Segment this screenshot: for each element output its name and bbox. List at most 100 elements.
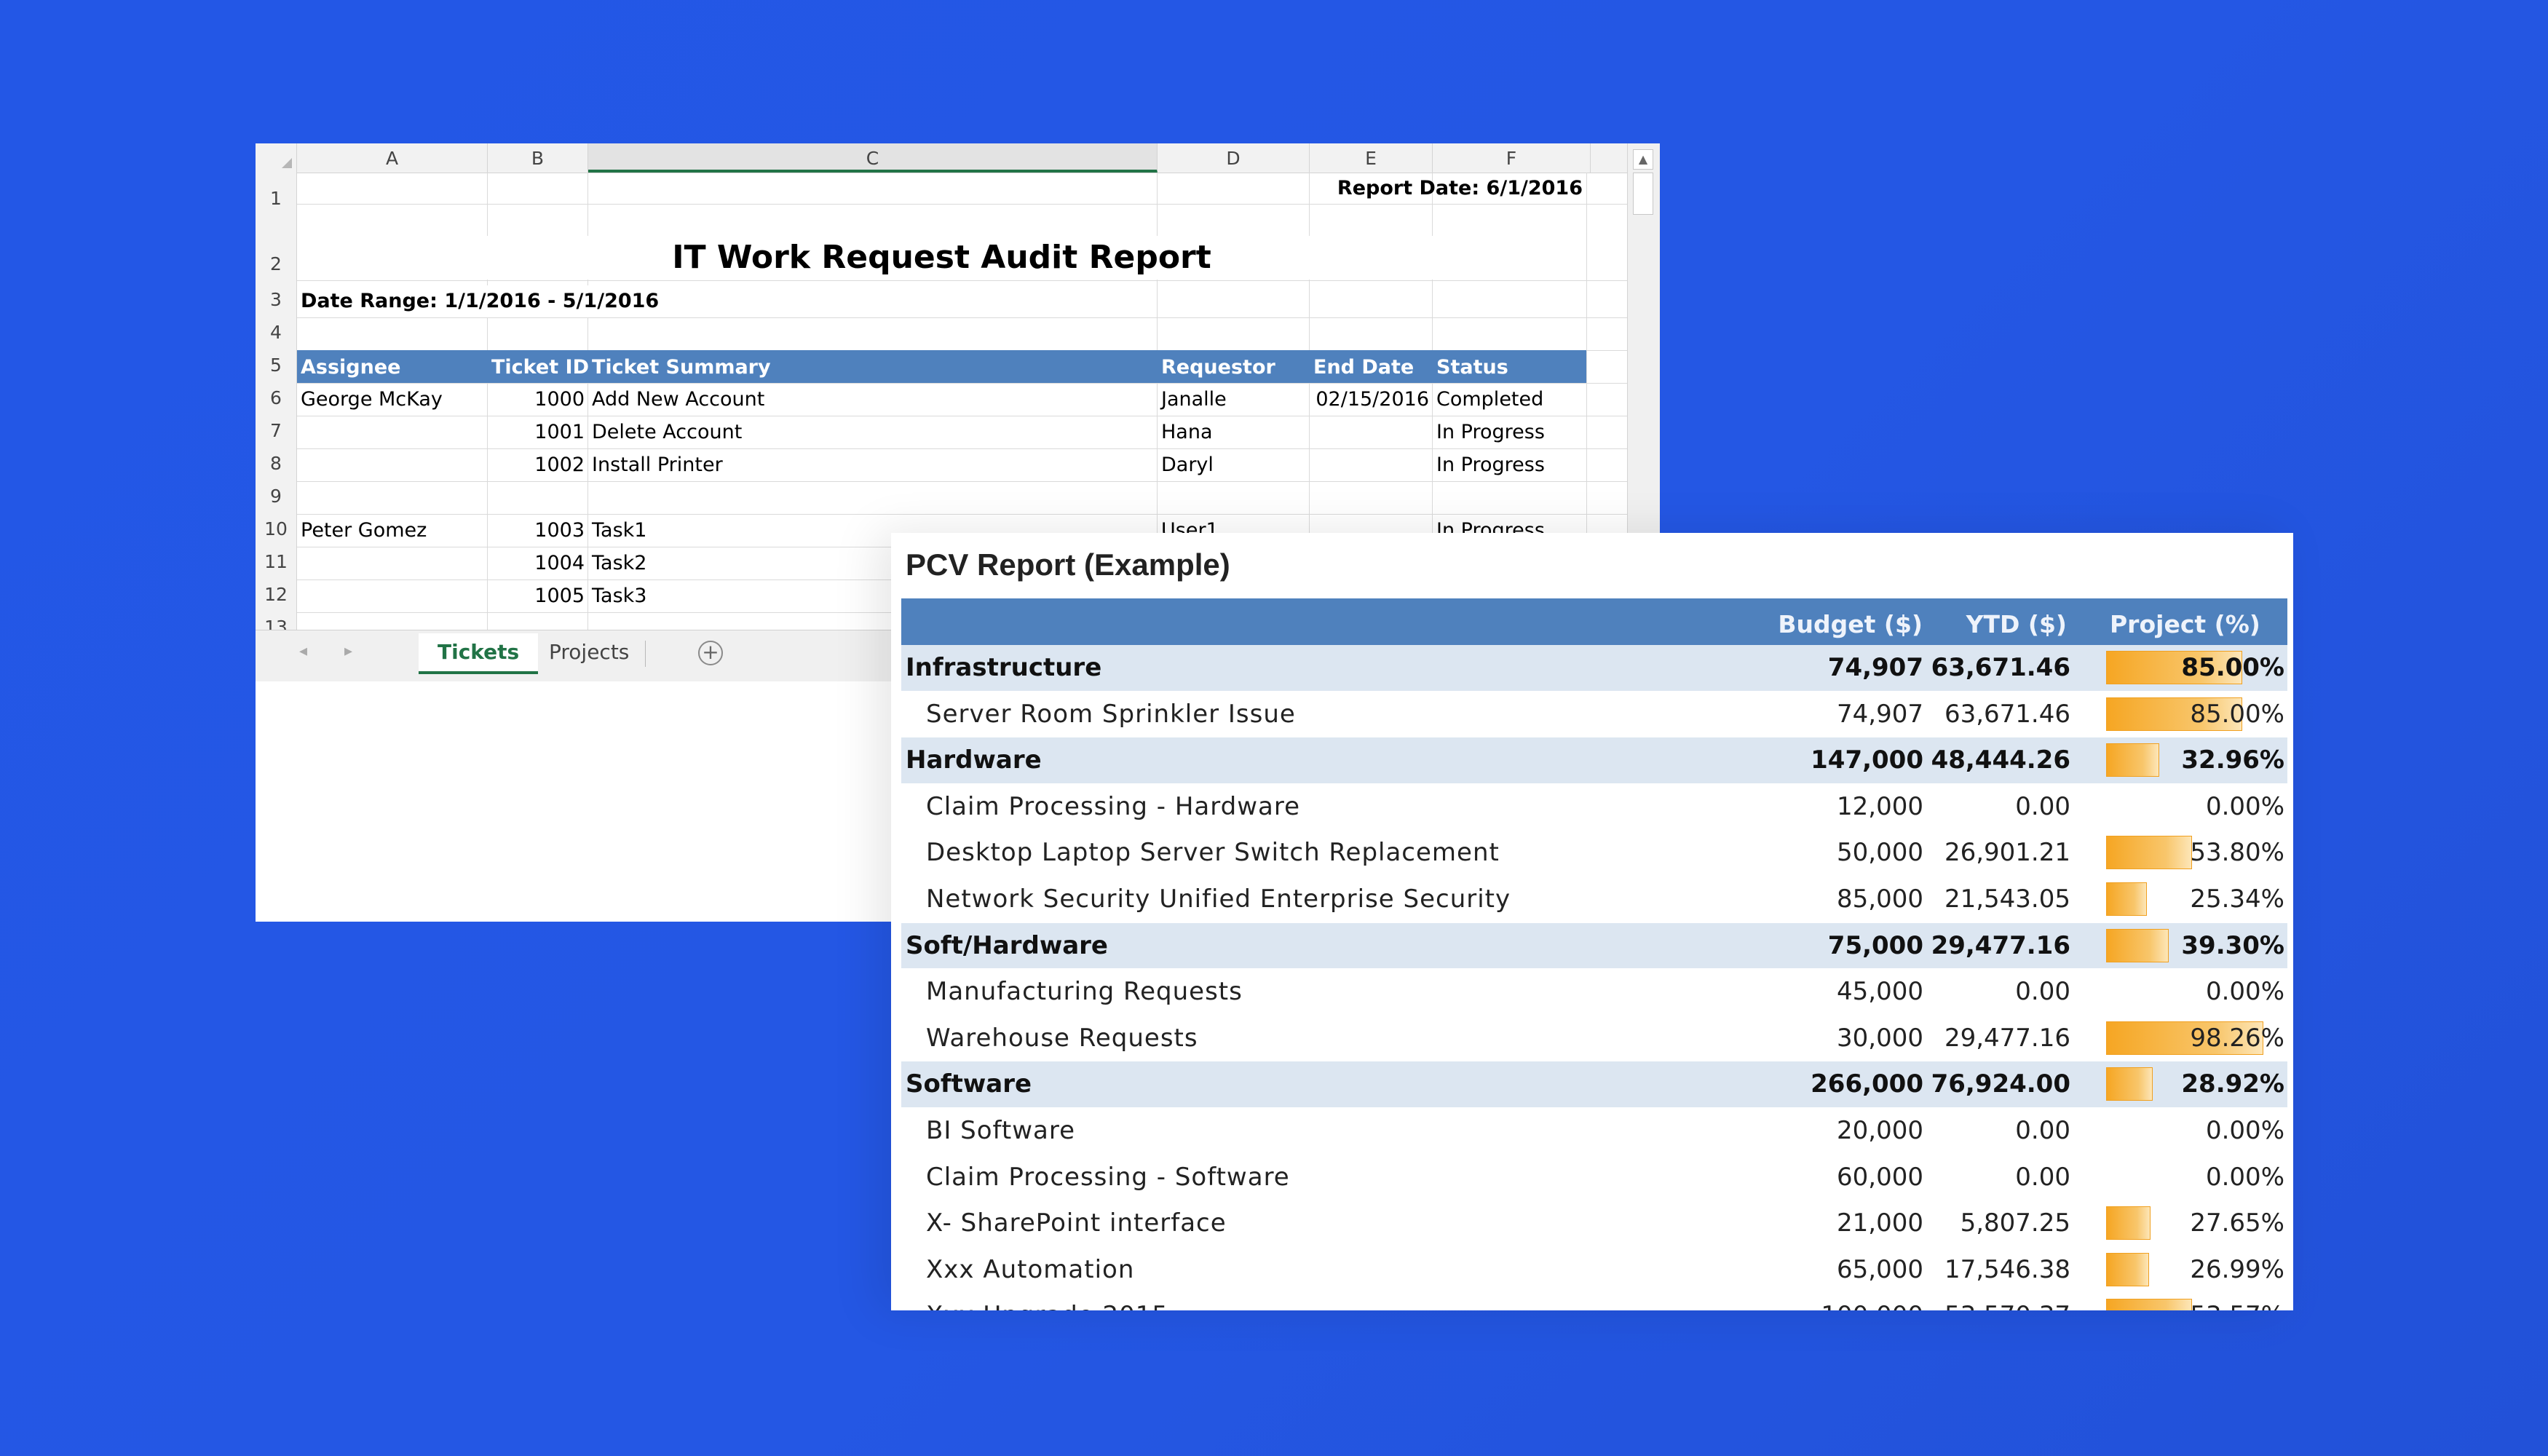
pcv-report-title: PCV Report (Example) <box>906 547 1230 582</box>
project-pct-value: 32.96% <box>2181 745 2284 775</box>
cell-requestor[interactable]: Janalle <box>1161 384 1227 416</box>
cell-status[interactable]: Completed <box>1436 384 1543 416</box>
project-row: Desktop Laptop Server Switch Replacement… <box>901 830 2287 877</box>
row-header[interactable]: 3 <box>256 289 296 310</box>
scroll-up-arrow-icon[interactable]: ▲ <box>1633 149 1653 170</box>
cell-summary[interactable]: Task1 <box>592 515 646 547</box>
report-date[interactable]: Report Date: 6/1/2016 <box>1243 173 1583 205</box>
pcv-rows: Infrastructure 74,907 63,671.46 85.00% Serve… <box>901 645 2287 1310</box>
project-pct-value: 39.30% <box>2181 930 2284 960</box>
project-name: Xxx Automation <box>926 1254 1135 1284</box>
project-name: Claim Processing - Hardware <box>926 791 1300 821</box>
header-end-date[interactable]: End Date <box>1313 350 1414 383</box>
project-name: X- SharePoint interface <box>926 1208 1227 1238</box>
header-summary[interactable]: Ticket Summary <box>592 350 771 383</box>
add-sheet-icon[interactable]: + <box>698 641 723 665</box>
ytd-value: 0.00 <box>2015 791 2070 821</box>
header-status[interactable]: Status <box>1436 350 1508 383</box>
cell-summary[interactable]: Add New Account <box>592 384 764 416</box>
report-title[interactable]: IT Work Request Audit Report <box>297 236 1586 280</box>
cell-ticket-id[interactable]: 1003 <box>488 515 585 547</box>
ytd-value: 17,546.38 <box>1944 1254 2070 1284</box>
column-header-f[interactable]: F <box>1433 143 1591 173</box>
budget-value: 45,000 <box>1837 977 1923 1007</box>
project-row: BI Software 20,000 0.00 0.00% <box>901 1108 2287 1155</box>
cell-ticket-id[interactable]: 1002 <box>488 449 585 481</box>
pcv-table: Budget ($) YTD ($) Project (%) Infrastru… <box>901 598 2287 1310</box>
category-row: Hardware 147,000 48,444.26 32.96% <box>901 737 2287 784</box>
date-range[interactable]: Date Range: 1/1/2016 - 5/1/2016 <box>301 285 660 317</box>
column-header-c[interactable]: C <box>588 143 1158 173</box>
budget-value: 65,000 <box>1837 1254 1923 1284</box>
project-name: Network Security Unified Enterprise Secu… <box>926 884 1511 914</box>
column-header-d[interactable]: D <box>1158 143 1310 173</box>
row-header[interactable]: 6 <box>256 387 296 408</box>
column-header-b[interactable]: B <box>488 143 588 173</box>
column-header-a[interactable]: A <box>297 143 488 173</box>
project-name: Warehouse Requests <box>926 1023 1198 1053</box>
cell-ticket-id[interactable]: 1000 <box>488 384 585 416</box>
cell-summary[interactable]: Install Printer <box>592 449 723 481</box>
project-pct-value: 85.00% <box>2190 699 2284 729</box>
ytd-value: 0.00 <box>2015 977 2070 1007</box>
category-name: Hardware <box>906 745 1042 775</box>
row-header[interactable]: 9 <box>256 486 296 507</box>
cell-summary[interactable]: Task2 <box>592 547 646 579</box>
budget-value: 20,000 <box>1837 1115 1923 1145</box>
row-header[interactable]: 8 <box>256 453 296 474</box>
cell-end-date[interactable]: 02/15/2016 <box>1310 384 1429 416</box>
cell-ticket-id[interactable]: 1005 <box>488 580 585 612</box>
cell-summary[interactable]: Task3 <box>592 580 646 612</box>
project-row: Manufacturing Requests 45,000 0.00 0.00% <box>901 969 2287 1016</box>
cell-status[interactable]: In Progress <box>1436 449 1545 481</box>
select-all-corner[interactable] <box>256 143 297 173</box>
category-name: Software <box>906 1069 1032 1099</box>
row-header[interactable]: 11 <box>256 551 296 572</box>
budget-value: 85,000 <box>1837 884 1923 914</box>
cell-ticket-id[interactable]: 1004 <box>488 547 585 579</box>
budget-value: 100,000 <box>1738 1293 1923 1310</box>
header-assignee[interactable]: Assignee <box>301 350 400 383</box>
category-name: Soft/Hardware <box>906 930 1108 960</box>
cell-requestor[interactable]: Daryl <box>1161 449 1214 481</box>
cell-status[interactable]: In Progress <box>1436 416 1545 448</box>
project-row: Network Security Unified Enterprise Secu… <box>901 877 2287 923</box>
next-sheet-arrow-icon[interactable]: ▸ <box>344 642 352 660</box>
project-name: Manufacturing Requests <box>926 977 1243 1007</box>
cell-requestor[interactable]: Hana <box>1161 416 1213 448</box>
prev-sheet-arrow-icon[interactable]: ◂ <box>299 642 307 660</box>
project-pct-value: 85.00% <box>2181 653 2284 682</box>
project-name: Server Room Sprinkler Issue <box>926 699 1296 729</box>
ytd-value: 76,924.00 <box>1931 1069 2070 1099</box>
cell-summary[interactable]: Delete Account <box>592 416 742 448</box>
project-pct-value: 0.00% <box>2205 1115 2284 1145</box>
scroll-thumb[interactable] <box>1633 173 1653 215</box>
cell-assignee[interactable]: George McKay <box>301 384 443 416</box>
row-header[interactable]: 2 <box>256 253 296 274</box>
category-row: Infrastructure 74,907 63,671.46 85.00% <box>901 645 2287 692</box>
project-pct-value: 53.80% <box>2190 838 2284 868</box>
ytd-value: 21,543.05 <box>1944 884 2070 914</box>
ytd-value: 63,671.46 <box>1944 699 2070 729</box>
project-row: Claim Processing - Hardware 12,000 0.00 0.0… <box>901 784 2287 831</box>
budget-value: 21,000 <box>1837 1208 1923 1238</box>
tab-projects[interactable]: Projects <box>530 633 648 671</box>
ytd-value: 63,671.46 <box>1931 653 2070 682</box>
tab-tickets[interactable]: Tickets <box>419 633 539 674</box>
budget-value: 266,000 <box>1811 1069 1923 1099</box>
header-ticket-id[interactable]: Ticket ID <box>491 350 589 383</box>
cell-ticket-id[interactable]: 1001 <box>488 416 585 448</box>
row-header[interactable]: 12 <box>256 584 296 605</box>
row-header[interactable]: 1 <box>256 188 296 209</box>
column-headers: A B C D E F <box>256 143 1628 173</box>
budget-value: 60,000 <box>1837 1162 1923 1192</box>
column-header-e[interactable]: E <box>1310 143 1433 173</box>
budget-value: 74,907 <box>1837 699 1923 729</box>
row-header[interactable]: 10 <box>256 518 296 539</box>
row-header[interactable]: 7 <box>256 420 296 441</box>
row-header[interactable]: 5 <box>256 355 296 376</box>
budget-value: 74,907 <box>1827 653 1923 682</box>
cell-assignee[interactable]: Peter Gomez <box>301 515 427 547</box>
row-header[interactable]: 4 <box>256 322 296 343</box>
header-requestor[interactable]: Requestor <box>1161 350 1275 383</box>
